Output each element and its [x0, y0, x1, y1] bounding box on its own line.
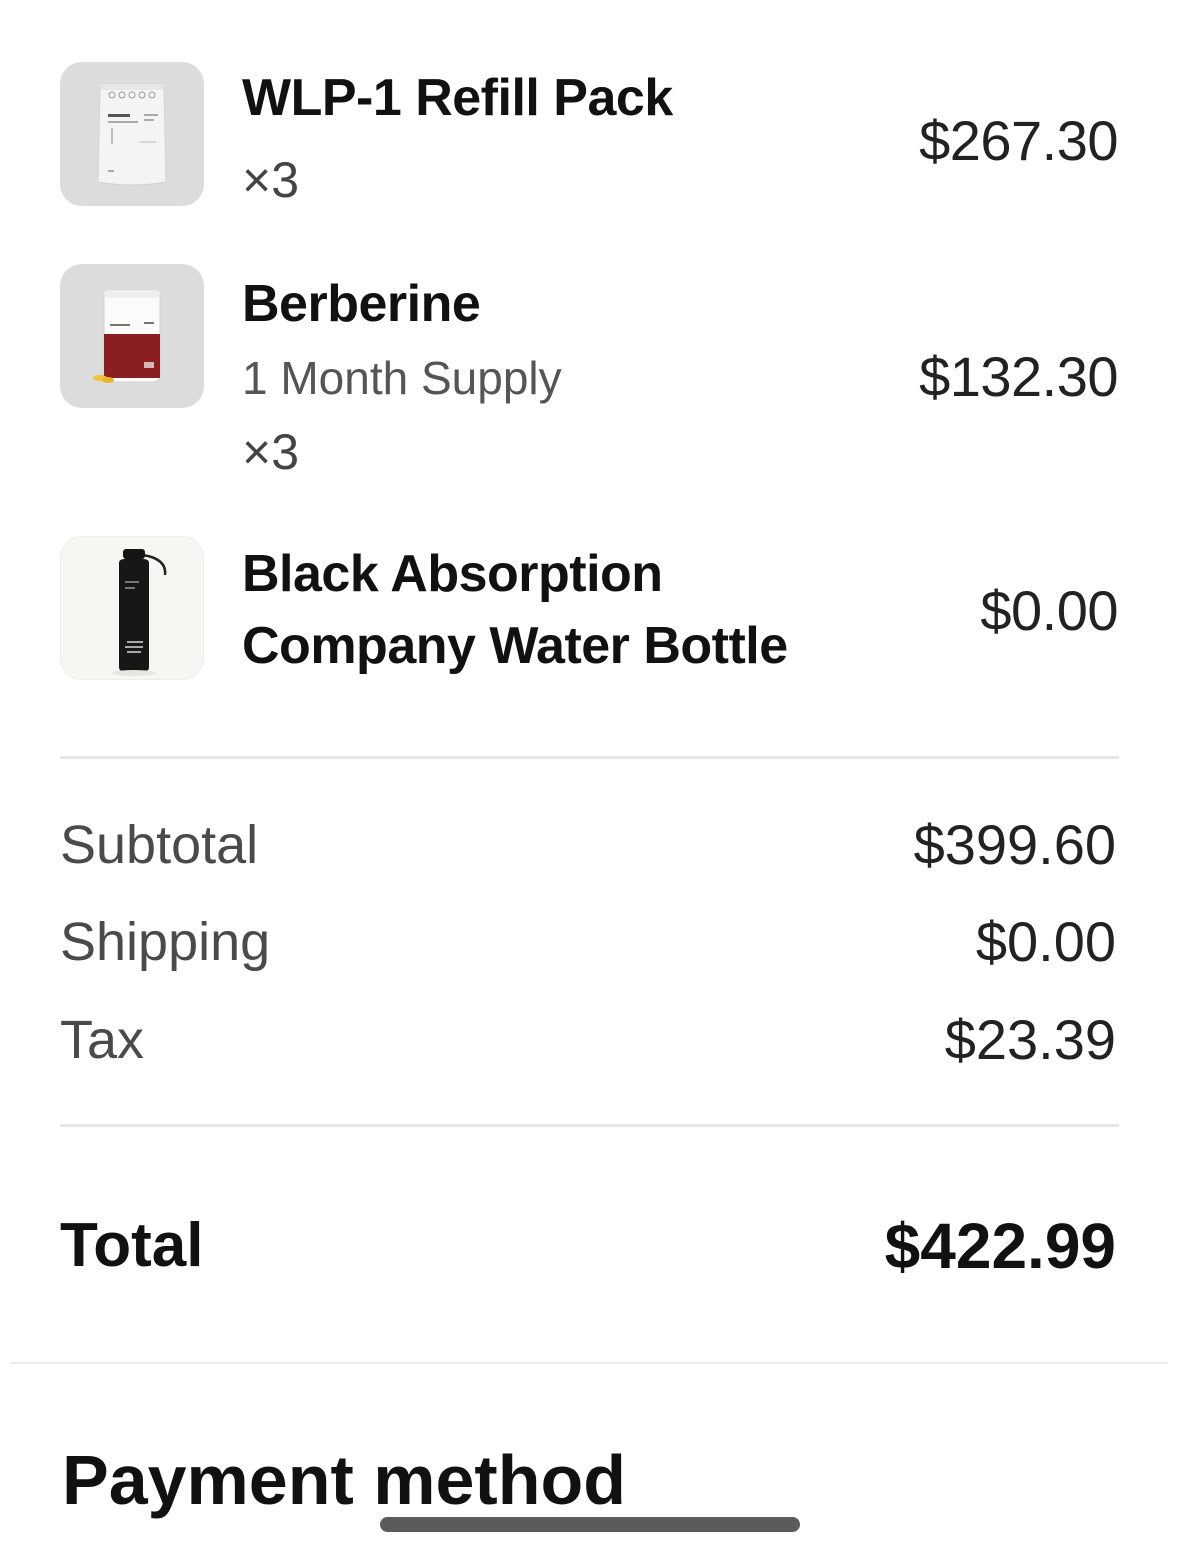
item-price: $132.30: [919, 345, 1118, 408]
item-title-line2: Company Water Bottle: [242, 617, 788, 675]
divider: [60, 756, 1119, 759]
section-divider: [10, 1362, 1168, 1364]
subtotal-label: Subtotal: [60, 815, 259, 875]
refill-pack-thumbnail: [60, 62, 204, 206]
tax-label: Tax: [60, 1010, 145, 1070]
item-quantity: ×3: [242, 424, 300, 480]
home-indicator[interactable]: [380, 1517, 800, 1532]
item-title-line1: Black Absorption: [242, 545, 663, 603]
payment-method-heading: Payment method: [62, 1441, 626, 1519]
shipping-value: $0.00: [975, 910, 1116, 973]
order-item: Black Absorption Company Water Bottle $0…: [60, 536, 1118, 686]
item-variant: 1 Month Supply: [242, 352, 562, 404]
subtotal-row: Subtotal $399.60: [60, 810, 1116, 880]
total-label: Total: [60, 1211, 204, 1280]
divider: [60, 1124, 1119, 1127]
total-value: $422.99: [884, 1210, 1116, 1282]
tax-row: Tax $23.39: [60, 1005, 1116, 1075]
tax-value: $23.39: [944, 1008, 1116, 1071]
item-quantity: ×3: [242, 152, 300, 208]
item-title: WLP-1 Refill Pack: [242, 69, 673, 127]
item-price: $267.30: [919, 109, 1118, 172]
subtotal-value: $399.60: [913, 813, 1116, 876]
shipping-row: Shipping $0.00: [60, 907, 1116, 977]
water-bottle-thumbnail: [60, 536, 204, 680]
shipping-label: Shipping: [60, 912, 271, 972]
order-item: Berberine 1 Month Supply ×3 $132.30: [60, 264, 1118, 484]
item-price: $0.00: [980, 579, 1118, 642]
order-item: WLP-1 Refill Pack ×3 $267.30: [60, 62, 1118, 212]
berberine-thumbnail: [60, 264, 204, 408]
item-title: Berberine: [242, 275, 481, 333]
